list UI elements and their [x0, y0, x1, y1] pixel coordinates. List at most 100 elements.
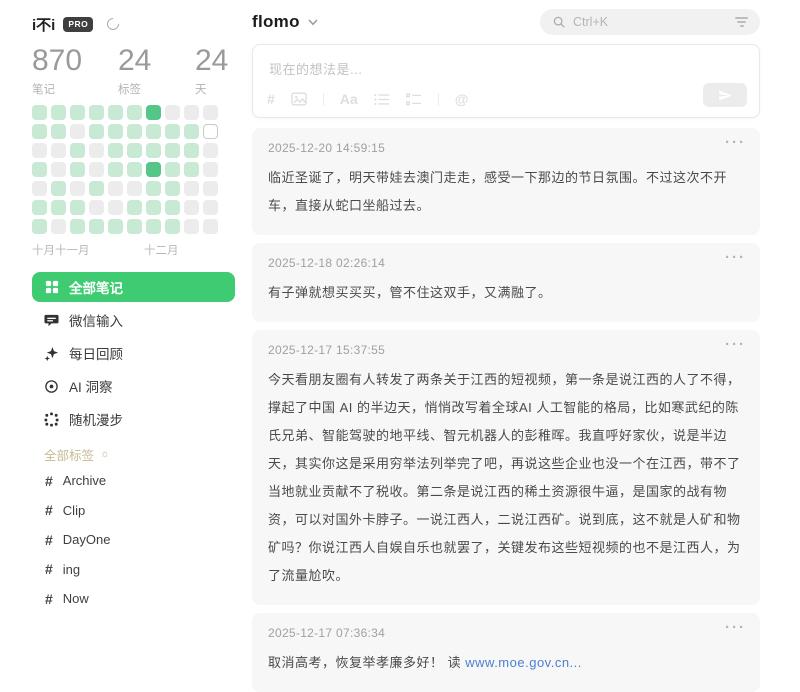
heatmap-cell[interactable]	[32, 181, 47, 196]
heatmap-cell[interactable]	[89, 162, 104, 177]
heatmap-cell[interactable]	[108, 200, 123, 215]
check-list-icon[interactable]	[406, 93, 422, 106]
heatmap-cell[interactable]	[146, 143, 161, 158]
heatmap-cell[interactable]	[32, 124, 47, 139]
tag-item-now[interactable]: # Now	[32, 584, 250, 614]
note-composer[interactable]: 现在的想法是... # Aa @	[252, 44, 760, 118]
heatmap-cell[interactable]	[127, 200, 142, 215]
heatmap-cell[interactable]	[146, 162, 161, 177]
more-menu-icon[interactable]: ···	[725, 619, 746, 636]
heatmap-cell[interactable]	[184, 219, 199, 234]
tag-item-archive[interactable]: # Archive	[32, 466, 250, 496]
heatmap-cell[interactable]	[184, 143, 199, 158]
heatmap-cell[interactable]	[203, 200, 218, 215]
logo-menu[interactable]: flomo	[252, 12, 318, 32]
sidebar-item-ai-insight[interactable]: AI 洞察	[32, 371, 235, 401]
heatmap-cell[interactable]	[32, 200, 47, 215]
heatmap-cell[interactable]	[70, 105, 85, 120]
tag-item-ing[interactable]: # ing	[32, 555, 250, 585]
composer-placeholder[interactable]: 现在的想法是...	[269, 59, 743, 78]
heatmap-cell[interactable]	[89, 200, 104, 215]
heatmap-cell[interactable]	[203, 162, 218, 177]
sidebar-item-wechat-input[interactable]: 微信输入	[32, 305, 235, 335]
search-input[interactable]: Ctrl+K	[540, 9, 760, 35]
heatmap-cell[interactable]	[127, 143, 142, 158]
heatmap-cell[interactable]	[51, 219, 66, 234]
mention-icon[interactable]: @	[455, 91, 469, 107]
heatmap-cell[interactable]	[146, 124, 161, 139]
heatmap-cell[interactable]	[127, 219, 142, 234]
heatmap-cell[interactable]	[165, 143, 180, 158]
heatmap-cell[interactable]	[203, 181, 218, 196]
sun-icon[interactable]: ☼	[100, 448, 110, 460]
heatmap-cell[interactable]	[51, 105, 66, 120]
more-menu-icon[interactable]: ···	[725, 134, 746, 151]
heatmap-cell[interactable]	[51, 143, 66, 158]
heatmap-cell[interactable]	[165, 219, 180, 234]
send-button[interactable]	[703, 83, 747, 107]
tag-insert-icon[interactable]: #	[267, 91, 275, 107]
sidebar-item-daily-review[interactable]: 每日回顾	[32, 338, 235, 368]
heatmap-cell[interactable]	[89, 143, 104, 158]
heatmap-cell[interactable]	[51, 162, 66, 177]
heatmap-cell[interactable]	[32, 162, 47, 177]
heatmap-cell[interactable]	[32, 105, 47, 120]
heatmap-cell[interactable]	[203, 124, 218, 139]
sync-icon[interactable]	[105, 16, 122, 33]
heatmap-cell[interactable]	[51, 181, 66, 196]
heatmap-cell[interactable]	[70, 181, 85, 196]
heatmap-cell[interactable]	[70, 200, 85, 215]
heatmap-cell[interactable]	[127, 105, 142, 120]
username[interactable]: i不i	[32, 14, 55, 35]
image-icon[interactable]	[291, 92, 307, 106]
heatmap-cell[interactable]	[146, 181, 161, 196]
heatmap-cell[interactable]	[89, 124, 104, 139]
heatmap-cell[interactable]	[108, 105, 123, 120]
bullet-list-icon[interactable]	[374, 93, 390, 106]
text-format-icon[interactable]: Aa	[340, 91, 358, 107]
heatmap-cell[interactable]	[165, 200, 180, 215]
tag-item-dayone[interactable]: # DayOne	[32, 525, 250, 555]
heatmap-cell[interactable]	[184, 105, 199, 120]
heatmap-cell[interactable]	[146, 200, 161, 215]
heatmap-cell[interactable]	[127, 181, 142, 196]
heatmap-cell[interactable]	[89, 105, 104, 120]
heatmap-cell[interactable]	[108, 162, 123, 177]
filter-icon[interactable]	[735, 17, 748, 27]
sidebar-item-random-walk[interactable]: 随机漫步	[32, 404, 235, 434]
heatmap-cell[interactable]	[127, 124, 142, 139]
tags-header[interactable]: 全部标签 ☼	[32, 442, 250, 466]
heatmap-cell[interactable]	[70, 124, 85, 139]
heatmap-cell[interactable]	[184, 162, 199, 177]
heatmap-cell[interactable]	[108, 219, 123, 234]
heatmap-cell[interactable]	[89, 219, 104, 234]
heatmap-cell[interactable]	[146, 219, 161, 234]
heatmap-cell[interactable]	[203, 105, 218, 120]
sidebar-item-all-notes[interactable]: 全部笔记	[32, 272, 235, 302]
heatmap-cell[interactable]	[51, 124, 66, 139]
heatmap-cell[interactable]	[165, 162, 180, 177]
heatmap-cell[interactable]	[108, 181, 123, 196]
heatmap-cell[interactable]	[127, 162, 142, 177]
heatmap-cell[interactable]	[70, 143, 85, 158]
heatmap-cell[interactable]	[32, 219, 47, 234]
heatmap-cell[interactable]	[70, 219, 85, 234]
heatmap-cell[interactable]	[203, 143, 218, 158]
heatmap-cell[interactable]	[70, 162, 85, 177]
heatmap-cell[interactable]	[32, 143, 47, 158]
heatmap-cell[interactable]	[184, 200, 199, 215]
heatmap-cell[interactable]	[184, 181, 199, 196]
heatmap-cell[interactable]	[108, 124, 123, 139]
tag-item-clip[interactable]: # Clip	[32, 496, 250, 526]
heatmap-cell[interactable]	[184, 124, 199, 139]
heatmap-cell[interactable]	[165, 124, 180, 139]
more-menu-icon[interactable]: ···	[725, 249, 746, 266]
heatmap-cell[interactable]	[165, 181, 180, 196]
heatmap-cell[interactable]	[203, 219, 218, 234]
heatmap-cell[interactable]	[89, 181, 104, 196]
heatmap-cell[interactable]	[165, 105, 180, 120]
heatmap-cell[interactable]	[108, 143, 123, 158]
heatmap-cell[interactable]	[146, 105, 161, 120]
note-link[interactable]: www.moe.gov.cn...	[465, 655, 582, 670]
heatmap-cell[interactable]	[51, 200, 66, 215]
